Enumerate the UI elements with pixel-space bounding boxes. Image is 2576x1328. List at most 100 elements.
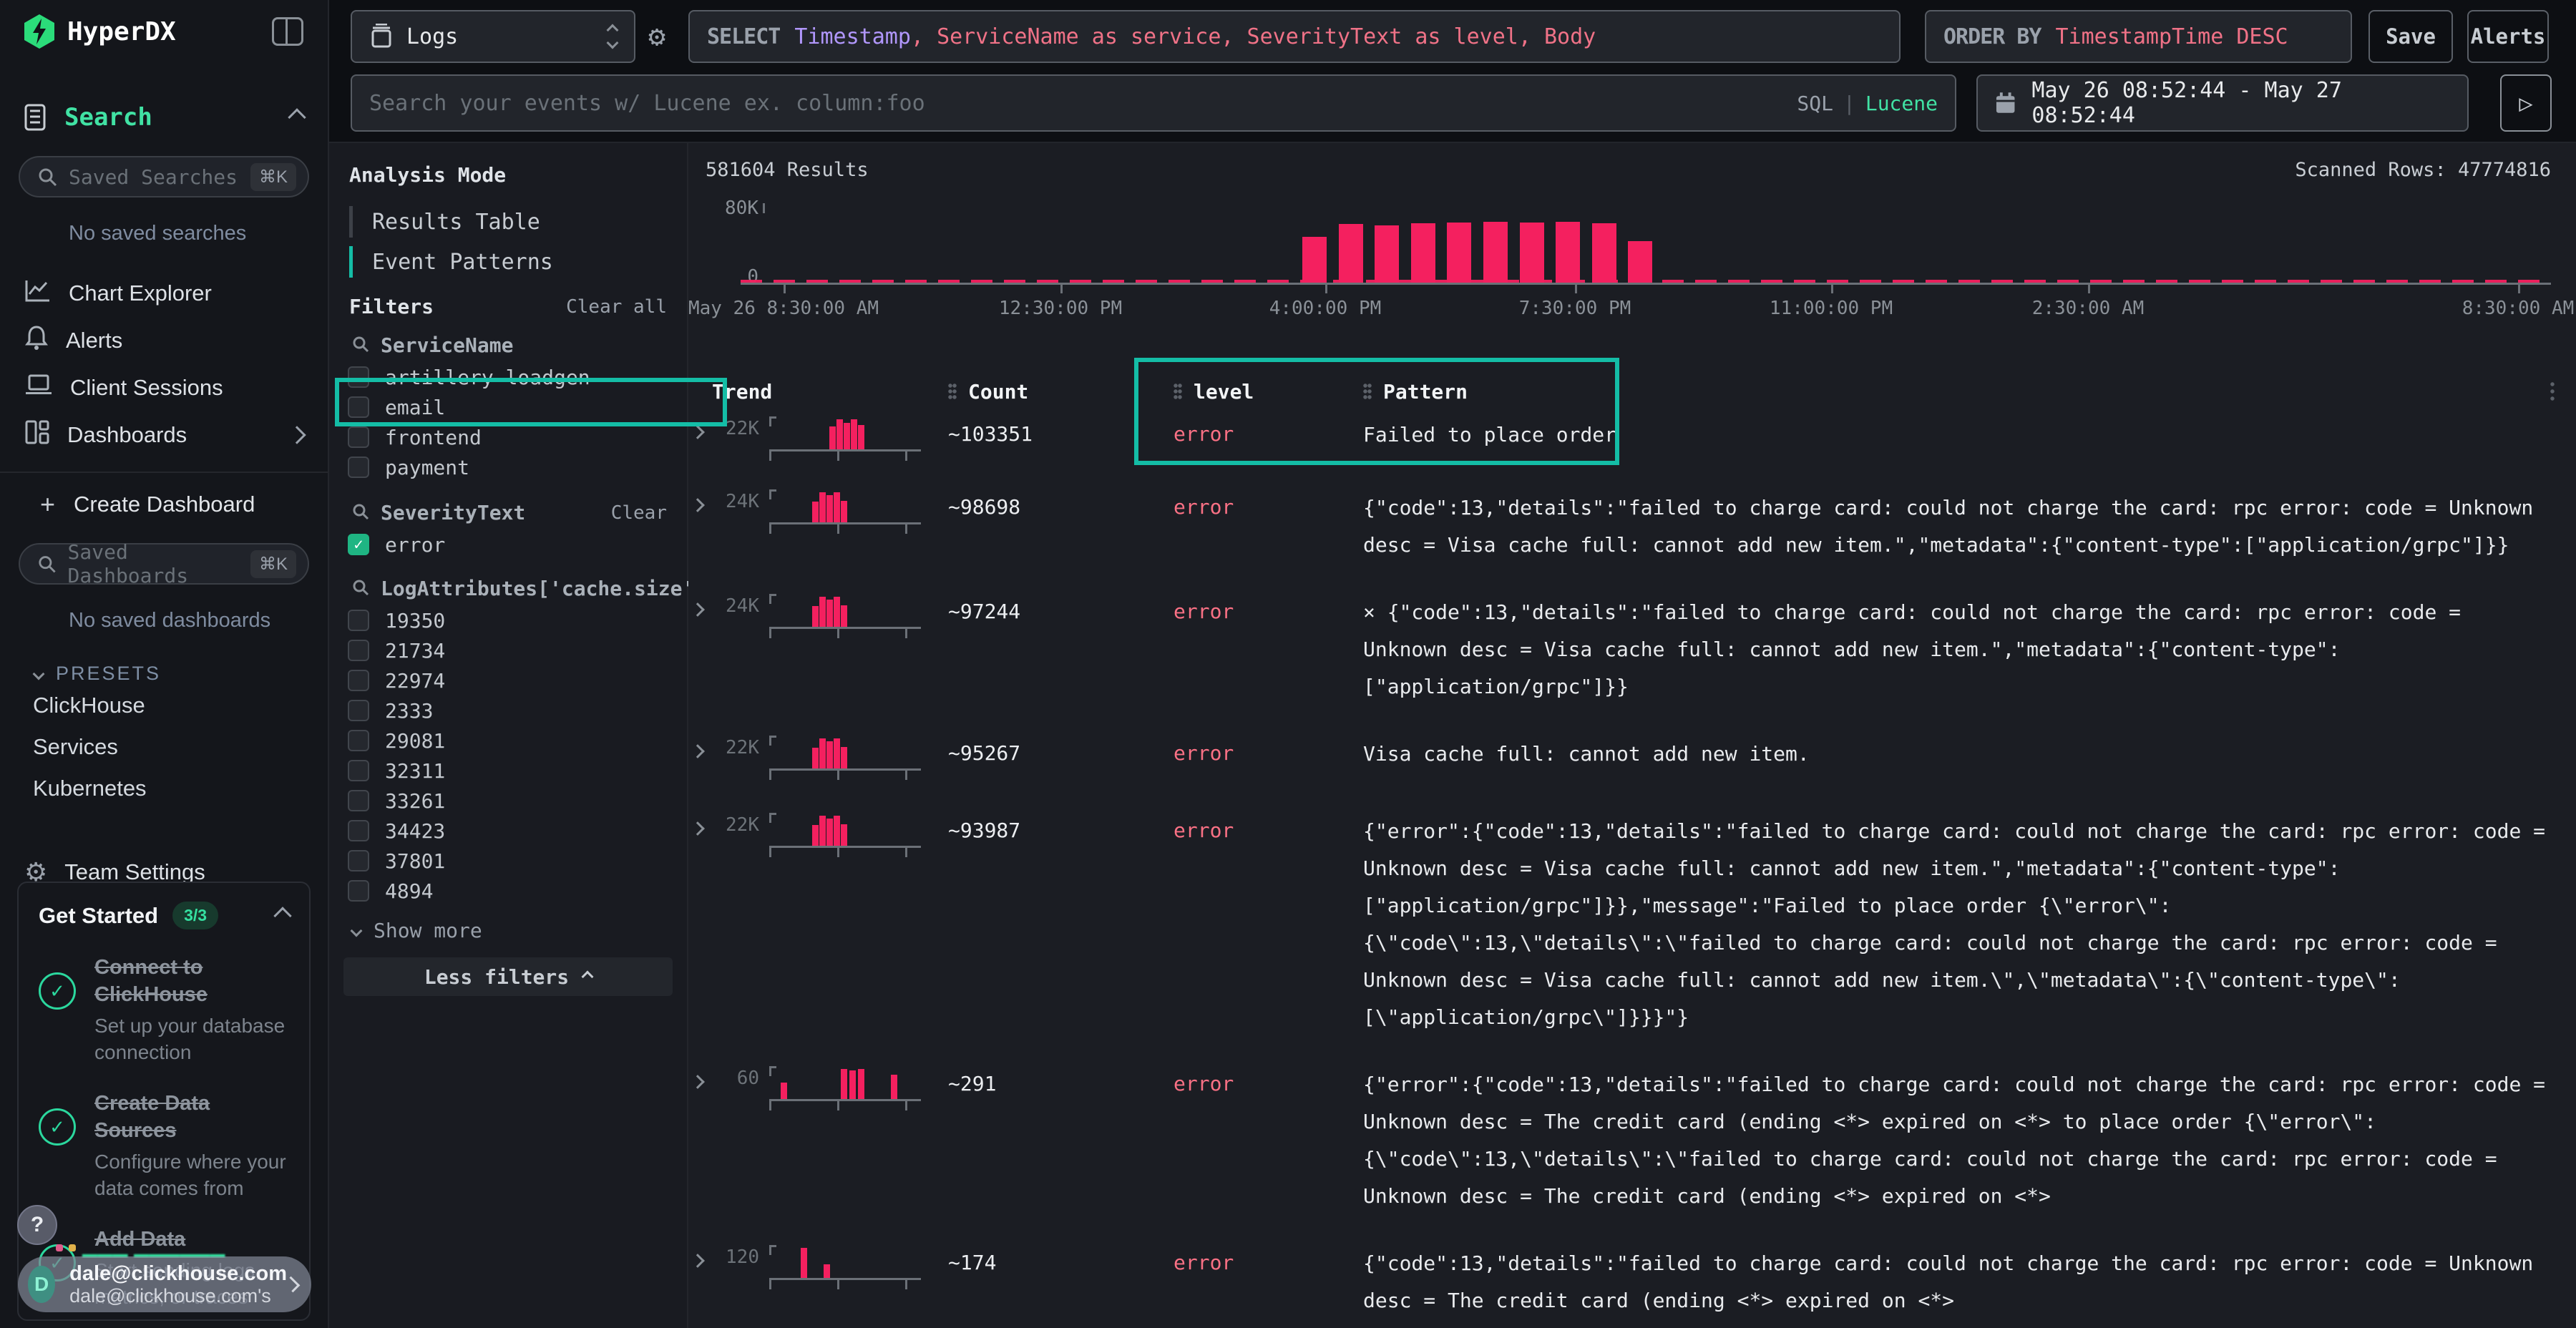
- show-more-button[interactable]: Show more: [352, 919, 482, 942]
- user-menu[interactable]: D dale@clickhouse.com dale@clickhouse.co…: [18, 1256, 311, 1312]
- analysis-mode-results-table[interactable]: Results Table: [349, 202, 673, 242]
- results-histogram[interactable]: 80K 0 May 26 8:30:00 AM12:30:00 PM4:00:0…: [688, 186, 2576, 358]
- histogram-bar[interactable]: [1592, 223, 1616, 283]
- checkbox[interactable]: [348, 700, 369, 721]
- checkbox[interactable]: [348, 456, 369, 478]
- expand-chevron-icon[interactable]: [691, 498, 705, 512]
- order-by-input[interactable]: ORDER BY TimestampTime DESC: [1925, 10, 2352, 63]
- checkbox[interactable]: [348, 366, 369, 388]
- filter-checkbox-row[interactable]: ✓error: [348, 529, 673, 560]
- analysis-mode-event-patterns[interactable]: Event Patterns: [349, 242, 673, 282]
- checkbox[interactable]: [348, 670, 369, 691]
- column-header-trend[interactable]: Trend: [712, 380, 948, 404]
- filter-checkbox-row[interactable]: 34423: [348, 816, 673, 846]
- save-button[interactable]: Save: [2368, 10, 2453, 63]
- column-header-pattern[interactable]: Pattern: [1363, 380, 2576, 404]
- clear-all-button[interactable]: Clear all: [566, 296, 667, 318]
- table-row[interactable]: 120~174error{"code":13,"details":"failed…: [688, 1229, 2576, 1328]
- sidebar-collapse-icon[interactable]: [272, 17, 303, 46]
- chevron-up-icon[interactable]: [273, 907, 291, 924]
- help-button[interactable]: ?: [17, 1205, 57, 1245]
- filter-checkbox-row[interactable]: 19350: [348, 605, 673, 635]
- sidebar-item-alerts[interactable]: Alerts: [0, 317, 328, 364]
- preset-item-clickhouse[interactable]: ClickHouse: [0, 685, 328, 726]
- sidebar-item-chart-explorer[interactable]: Chart Explorer: [0, 270, 328, 317]
- preset-item-kubernetes[interactable]: Kubernetes: [0, 768, 328, 809]
- checkbox[interactable]: [348, 850, 369, 872]
- date-range-picker[interactable]: May 26 08:52:44 - May 27 08:52:44: [1976, 74, 2469, 132]
- run-query-button[interactable]: ▷: [2500, 74, 2552, 132]
- checkbox[interactable]: [348, 760, 369, 781]
- drag-handle-icon[interactable]: [1363, 383, 1372, 400]
- chevron-up-icon[interactable]: [288, 108, 306, 126]
- drag-handle-icon[interactable]: [948, 383, 957, 400]
- chevron-up-icon[interactable]: [288, 426, 306, 444]
- filter-checkbox-row[interactable]: 22974: [348, 665, 673, 695]
- filter-checkbox-row[interactable]: 37801: [348, 846, 673, 876]
- alerts-button[interactable]: Alerts: [2467, 10, 2549, 63]
- filter-checkbox-row[interactable]: 21734: [348, 635, 673, 665]
- histogram-bar[interactable]: [1628, 241, 1652, 283]
- expand-chevron-icon[interactable]: [691, 1075, 705, 1089]
- preset-item-services[interactable]: Services: [0, 726, 328, 768]
- filter-checkbox-row[interactable]: 33261: [348, 786, 673, 816]
- histogram-bar[interactable]: [1447, 223, 1471, 283]
- checkbox[interactable]: [348, 426, 369, 448]
- column-header-level[interactable]: level: [1174, 380, 1363, 404]
- table-row[interactable]: 60~291error{"error":{"code":13,"details"…: [688, 1050, 2576, 1229]
- drag-handle-icon[interactable]: [1174, 383, 1182, 400]
- filter-checkbox-row[interactable]: payment: [348, 452, 673, 482]
- sidebar-item-search[interactable]: Search: [0, 96, 328, 139]
- histogram-bar[interactable]: [1302, 237, 1327, 283]
- search-icon[interactable]: [352, 579, 369, 599]
- checkbox[interactable]: [348, 880, 369, 902]
- histogram-bar[interactable]: [1520, 223, 1544, 283]
- expand-chevron-icon[interactable]: [691, 744, 705, 758]
- sql-toggle[interactable]: SQL: [1797, 92, 1833, 115]
- checkbox[interactable]: [348, 396, 369, 418]
- select-columns-input[interactable]: SELECT Timestamp, ServiceName as service…: [688, 10, 1901, 63]
- lucene-toggle[interactable]: Lucene: [1865, 92, 1938, 115]
- filter-checkbox-row[interactable]: 32311: [348, 756, 673, 786]
- table-row[interactable]: 22K~95267errorVisa cache full: cannot ad…: [688, 720, 2576, 797]
- checkbox[interactable]: [348, 640, 369, 661]
- table-row[interactable]: 22K~103351errorFailed to place order: [688, 411, 2576, 474]
- filter-checkbox-row[interactable]: 2333: [348, 695, 673, 726]
- less-filters-button[interactable]: Less filters: [343, 957, 673, 996]
- saved-dashboards-input[interactable]: Saved Dashboards ⌘K: [19, 543, 309, 585]
- filter-checkbox-row[interactable]: artillery-loadgen: [348, 362, 673, 392]
- event-search-input[interactable]: Search your events w/ Lucene ex. column:…: [351, 74, 1956, 132]
- histogram-bar[interactable]: [1411, 223, 1435, 283]
- histogram-bar[interactable]: [1556, 222, 1580, 283]
- checkbox[interactable]: [348, 730, 369, 751]
- expand-chevron-icon[interactable]: [691, 425, 705, 439]
- filter-checkbox-row[interactable]: email: [348, 392, 673, 422]
- source-settings-gear-icon[interactable]: ⚙: [648, 20, 665, 53]
- checkbox-checked[interactable]: ✓: [348, 534, 369, 555]
- sidebar-item-client-sessions[interactable]: Client Sessions: [0, 364, 328, 411]
- filter-checkbox-row[interactable]: frontend: [348, 422, 673, 452]
- table-row[interactable]: 24K~97244error× {"code":13,"details":"fa…: [688, 578, 2576, 720]
- column-header-count[interactable]: Count: [948, 380, 1174, 404]
- query-language-toggle[interactable]: SQL | Lucene: [1797, 92, 1938, 115]
- table-row[interactable]: 24K~98698error{"code":13,"details":"fail…: [688, 474, 2576, 578]
- search-icon[interactable]: [352, 336, 369, 356]
- table-options-icon[interactable]: [2550, 381, 2555, 402]
- presets-toggle[interactable]: PRESETS: [0, 663, 328, 685]
- histogram-bar[interactable]: [1375, 225, 1399, 283]
- table-row[interactable]: 22K~93987error{"error":{"code":13,"detai…: [688, 797, 2576, 1050]
- sidebar-item-dashboards[interactable]: Dashboards: [0, 411, 328, 459]
- create-dashboard-button[interactable]: + Create Dashboard: [0, 483, 328, 526]
- histogram-bar[interactable]: [1339, 224, 1363, 283]
- clear-filter-button[interactable]: Clear: [611, 502, 667, 524]
- expand-chevron-icon[interactable]: [691, 602, 705, 617]
- checkbox[interactable]: [348, 790, 369, 811]
- expand-chevron-icon[interactable]: [691, 821, 705, 836]
- search-icon[interactable]: [352, 503, 369, 523]
- checkbox[interactable]: [348, 610, 369, 631]
- expand-chevron-icon[interactable]: [691, 1254, 705, 1268]
- filter-checkbox-row[interactable]: 29081: [348, 726, 673, 756]
- filter-checkbox-row[interactable]: 4894: [348, 876, 673, 906]
- checkbox[interactable]: [348, 820, 369, 841]
- saved-searches-input[interactable]: Saved Searches ⌘K: [19, 156, 309, 197]
